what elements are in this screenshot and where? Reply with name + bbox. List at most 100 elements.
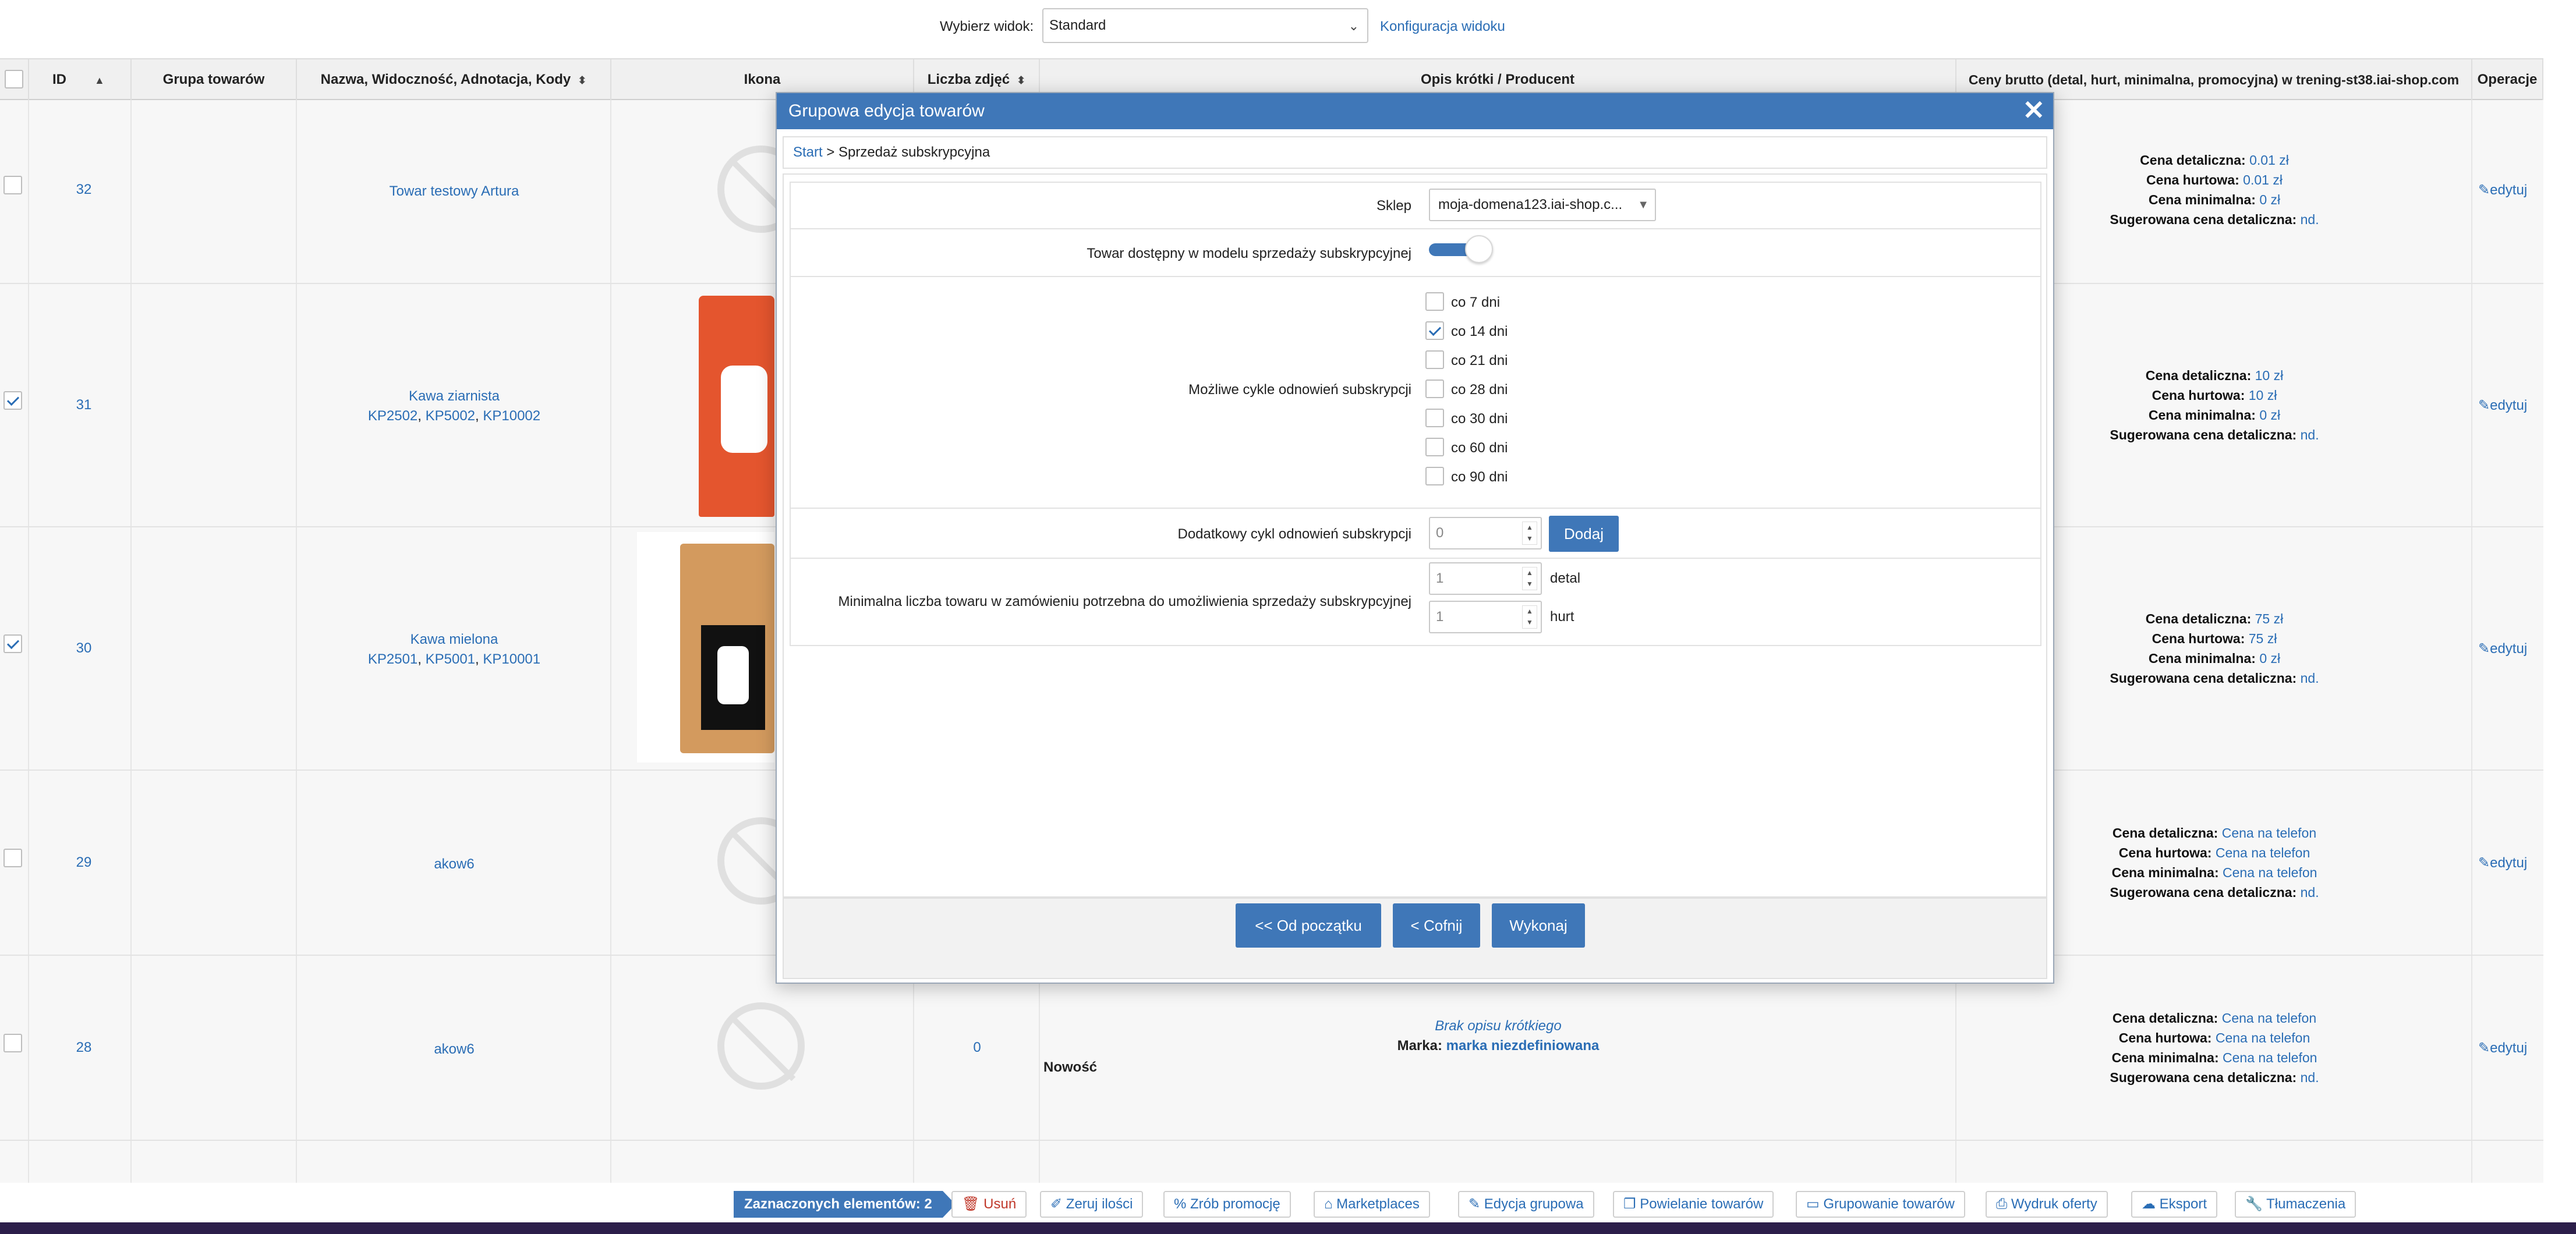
print-offer-button[interactable]: ⎙ Wydruk oferty	[1986, 1191, 2108, 1218]
product-name: Kawa mielona KP2501, KP5001, KP10001	[367, 632, 541, 667]
row-id-link[interactable]: 32	[19, 182, 149, 198]
product-code[interactable]: KP2502	[368, 408, 417, 424]
cycle-checkbox[interactable]	[1425, 350, 1444, 369]
product-code[interactable]: KP10001	[483, 651, 540, 667]
product-name-link[interactable]: akow6	[434, 1041, 474, 1057]
photo-count-link[interactable]: 0	[914, 1040, 1040, 1056]
min-qty-hurt-input[interactable]: 1 ▲ ▼	[1429, 601, 1542, 633]
no-image-icon	[717, 1002, 805, 1090]
edit-link[interactable]: ✎edytuj	[2478, 397, 2527, 414]
start-over-button[interactable]: << Od początku	[1236, 903, 1381, 948]
close-icon[interactable]: ✕	[2022, 97, 2045, 123]
table-row	[0, 1141, 2543, 1183]
product-code[interactable]: KP5002	[426, 408, 475, 424]
bottom-strip	[0, 1222, 2576, 1234]
cycle-checkbox[interactable]	[1425, 292, 1444, 311]
execute-button[interactable]: Wykonaj	[1492, 903, 1585, 948]
available-label: Towar dostępny w modelu sprzedaży subskr…	[1087, 246, 1411, 261]
product-code[interactable]: KP2501	[368, 651, 417, 667]
pencil-icon: ✎	[2478, 182, 2490, 198]
group-products-button[interactable]: ▭ Grupowanie towarów	[1796, 1191, 1965, 1218]
form-row-shop: Sklep moja-domena123.iai-shop.c... ▼	[791, 183, 2040, 229]
select-all-checkbox[interactable]	[5, 70, 23, 88]
product-name-link[interactable]: akow6	[434, 856, 474, 872]
edit-link[interactable]: ✎edytuj	[2478, 640, 2527, 657]
row-id-link[interactable]: 29	[19, 854, 149, 871]
export-button[interactable]: ☁ Eksport	[2131, 1191, 2218, 1218]
cycle-checkbox[interactable]	[1425, 380, 1444, 398]
product-code[interactable]: KP5001	[426, 651, 475, 667]
available-toggle[interactable]	[1429, 235, 1494, 263]
modal-footer: << Od początku < Cofnij Wykonaj	[783, 898, 2047, 979]
stepper-icon[interactable]: ▲ ▼	[1522, 605, 1537, 629]
row-id-link[interactable]: 28	[19, 1040, 149, 1056]
selected-count-badge: Zaznaczonych elementów: 2	[734, 1191, 956, 1218]
product-image	[637, 532, 774, 763]
cycle-checkbox[interactable]	[1425, 467, 1444, 485]
edit-link[interactable]: ✎edytuj	[2478, 1040, 2527, 1056]
cycle-checkbox[interactable]	[1425, 321, 1444, 340]
chevron-down-icon: ⌄	[1348, 19, 1359, 33]
product-name-link[interactable]: Kawa mielona	[411, 632, 498, 647]
view-config-link[interactable]: Konfiguracja widoku	[1380, 19, 1505, 35]
product-name-link[interactable]: Towar testowy Artura	[390, 183, 519, 199]
min-qty-detal-label: detal	[1550, 570, 1581, 586]
zero-quantities-button[interactable]: ✐ Zeruj ilości	[1040, 1191, 1144, 1218]
select-all-cell	[0, 59, 29, 100]
col-id[interactable]: ID ▲	[29, 59, 132, 100]
prices-block: Cena detaliczna: Cena na telefon Cena hu…	[2110, 1010, 2319, 1085]
extra-cycle-input[interactable]: 0 ▲ ▼	[1429, 517, 1542, 549]
group-edit-button[interactable]: ✎ Edycja grupowa	[1458, 1191, 1594, 1218]
cycle-checkbox[interactable]	[1425, 438, 1444, 456]
view-select-value: Standard	[1049, 17, 1106, 33]
product-image	[699, 296, 774, 517]
add-cycle-button[interactable]: Dodaj	[1549, 516, 1619, 552]
edit-link[interactable]: ✎edytuj	[2478, 182, 2527, 198]
form-row-extra-cycle: Dodatkowy cykl odnowień subskrypcji 0 ▲ ▼ …	[791, 509, 2040, 559]
marketplaces-button[interactable]: ⌂ Marketplaces	[1314, 1191, 1430, 1218]
subscription-form: Sklep moja-domena123.iai-shop.c... ▼ Towa…	[790, 182, 2041, 646]
edit-icon: ✎	[1469, 1196, 1481, 1212]
caret-down-icon: ▼	[1637, 198, 1649, 211]
form-row-cycles: Możliwe cykle odnowień subskrypcji co 7 …	[791, 277, 2040, 509]
wrench-icon: 🔧	[2245, 1196, 2263, 1212]
product-code[interactable]: KP10002	[483, 408, 540, 424]
pencil-icon: ✎	[2478, 855, 2490, 871]
sort-asc-icon: ▲	[94, 75, 105, 86]
percent-icon: %	[1174, 1196, 1187, 1212]
group-edit-modal: Grupowa edycja towarów ✕ Start > Sprzeda…	[776, 92, 2054, 984]
modal-body: Sklep moja-domena123.iai-shop.c... ▼ Towa…	[783, 173, 2047, 898]
edit-link[interactable]: ✎edytuj	[2478, 854, 2527, 871]
breadcrumb: Start > Sprzedaż subskrypcyjna	[783, 136, 2047, 169]
make-promotion-button[interactable]: % Zrób promocję	[1163, 1191, 1291, 1218]
breadcrumb-start[interactable]: Start	[793, 144, 823, 160]
translations-button[interactable]: 🔧 Tłumaczenia	[2235, 1191, 2356, 1218]
breadcrumb-current: Sprzedaż subskrypcyjna	[838, 144, 990, 160]
brand-link[interactable]: marka niezdefiniowana	[1446, 1038, 1600, 1054]
duplicate-products-button[interactable]: ❐ Powielanie towarów	[1613, 1191, 1774, 1218]
no-description-link[interactable]: Brak opisu krótkiego	[1435, 1018, 1561, 1034]
sort-icon: ⬍	[578, 75, 587, 86]
eraser-icon: ✐	[1050, 1196, 1063, 1212]
short-description: Brak opisu krótkiego Marka: marka niezde…	[1040, 1016, 1956, 1056]
row-id-link[interactable]: 31	[19, 397, 149, 413]
shop-select[interactable]: moja-domena123.iai-shop.c... ▼	[1429, 189, 1656, 221]
product-name-link[interactable]: Kawa ziarnista	[409, 388, 500, 404]
stepper-icon[interactable]: ▲ ▼	[1522, 567, 1537, 590]
stepper-icon[interactable]: ▲ ▼	[1522, 522, 1537, 545]
back-button[interactable]: < Cofnij	[1393, 903, 1480, 948]
min-qty-detal-input[interactable]: 1 ▲ ▼	[1429, 562, 1542, 595]
col-operations: Operacje	[2472, 59, 2543, 100]
copy-icon: ❐	[1623, 1196, 1636, 1212]
cloud-icon: ☁	[2142, 1196, 2156, 1212]
shop-label: Sklep	[1376, 198, 1411, 214]
view-select[interactable]: Standard ⌄	[1042, 8, 1368, 43]
pencil-icon: ✎	[2478, 641, 2490, 657]
form-row-available: Towar dostępny w modelu sprzedaży subskr…	[791, 229, 2040, 277]
product-name: akow6	[297, 854, 611, 874]
delete-button[interactable]: 🗑 Usuń	[951, 1191, 1027, 1218]
col-name[interactable]: Nazwa, Widoczność, Adnotacja, Kody ⬍	[297, 59, 611, 100]
row-id-link[interactable]: 30	[19, 640, 149, 657]
cycle-checkbox[interactable]	[1425, 409, 1444, 427]
pencil-icon: ✎	[2478, 398, 2490, 413]
